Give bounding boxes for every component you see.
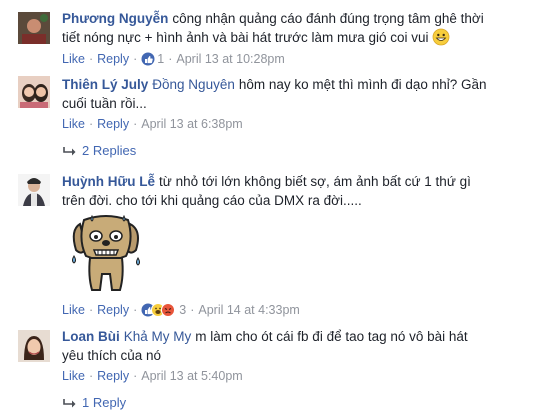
replies-count-label[interactable]: 1 Reply <box>82 395 126 410</box>
comment-timestamp[interactable]: April 13 at 6:38pm <box>141 117 242 131</box>
comment-timestamp[interactable]: April 13 at 10:28pm <box>176 52 284 66</box>
like-reaction-icon <box>141 52 155 66</box>
comment-timestamp[interactable]: April 14 at 4:33pm <box>198 303 299 317</box>
smile-emoji-icon <box>432 28 450 46</box>
reply-button[interactable]: Reply <box>97 303 129 317</box>
avatar[interactable] <box>18 76 50 108</box>
avatar-image-icon <box>18 174 50 206</box>
avatar-image-icon <box>18 12 50 44</box>
comment-author-link[interactable]: Thiên Lý July <box>62 77 148 92</box>
reply-button[interactable]: Reply <box>97 52 129 66</box>
reply-arrow-icon <box>63 146 76 156</box>
sweating-dog-sticker[interactable] <box>66 210 156 294</box>
reply-button[interactable]: Reply <box>97 369 129 383</box>
like-count[interactable]: 1 <box>157 52 164 66</box>
comment-actions: Like · Reply · 3 · April 14 at 4:33pm <box>62 303 300 317</box>
comment-body: Phương Nguyễn công nhận quảng cáo đánh đú… <box>62 9 492 47</box>
comment-text: m làm cho ót cái fb đi để tao tag nó vô … <box>62 329 468 363</box>
like-button[interactable]: Like <box>62 369 85 383</box>
comment-author-link[interactable]: Phương Nguyễn <box>62 11 168 26</box>
view-replies-link[interactable]: 1 Reply <box>60 395 126 411</box>
replies-count-label[interactable]: 2 Replies <box>82 143 136 158</box>
avatar-image-icon <box>18 76 50 108</box>
comment-timestamp[interactable]: April 13 at 5:40pm <box>141 369 242 383</box>
comment-body: Loan Bùi Khả My My m làm cho ót cái fb đi … <box>62 327 492 365</box>
avatar[interactable] <box>18 12 50 44</box>
like-button[interactable]: Like <box>62 303 85 317</box>
reply-arrow-icon <box>63 398 76 408</box>
like-button[interactable]: Like <box>62 117 85 131</box>
reply-button[interactable]: Reply <box>97 117 129 131</box>
comment-body: Thiên Lý July Đồng Nguyên hôm nay ko mệt t… <box>62 75 492 113</box>
avatar[interactable] <box>18 174 50 206</box>
comment-author-link[interactable]: Huỳnh Hữu Lễ <box>62 174 155 189</box>
avatar[interactable] <box>18 330 50 362</box>
tagged-user-link[interactable]: Khả My My <box>124 329 192 344</box>
comment-body: Huỳnh Hữu Lễ từ nhỏ tới lớn không biết sợ… <box>62 172 492 210</box>
reactions-icon <box>141 303 176 317</box>
tagged-user-link[interactable]: Đồng Nguyên <box>152 77 235 92</box>
like-button[interactable]: Like <box>62 52 85 66</box>
comment-author-link[interactable]: Loan Bùi <box>62 329 120 344</box>
avatar-image-icon <box>18 330 50 362</box>
sweating-dog-sticker-icon <box>72 214 140 291</box>
reaction-count[interactable]: 3 <box>179 303 186 317</box>
reactions-icons[interactable] <box>141 303 177 317</box>
comment-actions: Like · Reply · April 13 at 6:38pm <box>62 117 243 131</box>
view-replies-link[interactable]: 2 Replies <box>60 143 136 159</box>
comment-actions: Like · Reply · April 13 at 5:40pm <box>62 369 243 383</box>
comment-actions: Like · Reply · 1 · April 13 at 10:28pm <box>62 52 285 66</box>
